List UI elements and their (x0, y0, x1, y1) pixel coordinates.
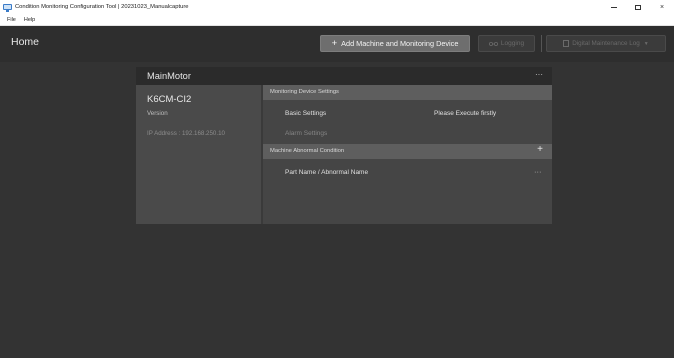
window-controls: × (602, 0, 674, 14)
add-machine-label: Add Machine and Monitoring Device (341, 39, 459, 48)
minimize-button[interactable] (602, 0, 626, 14)
menu-file[interactable]: File (0, 17, 20, 23)
close-icon: × (659, 3, 665, 11)
monitoring-device-settings-header: Monitoring Device Settings (263, 85, 552, 100)
device-model: K6CM-CI2 (147, 94, 192, 105)
device-ip-address: IP Address : 192.168.250.10 (147, 130, 225, 137)
document-icon (563, 40, 570, 47)
minimize-icon (611, 6, 617, 8)
window-titlebar: Condition Monitoring Configuration Tool … (0, 0, 674, 14)
machine-more-icon[interactable]: ··· (535, 70, 543, 79)
header-separator (541, 35, 542, 52)
basic-settings-status: Please Execute firstly (434, 110, 497, 117)
machine-card: MainMotor ··· K6CM-CI2 Version IP Addres… (136, 67, 552, 224)
device-info-panel: K6CM-CI2 Version IP Address : 192.168.25… (136, 85, 261, 224)
digital-maintenance-log-button[interactable]: Digital Maintenance Log ▼ (546, 35, 666, 52)
device-version: Version (147, 110, 168, 117)
glasses-icon (488, 42, 498, 46)
basic-settings-link[interactable]: Basic Settings (285, 110, 326, 117)
maximize-button[interactable] (626, 0, 650, 14)
logging-label: Logging (500, 40, 525, 47)
window-title: Condition Monitoring Configuration Tool … (15, 4, 189, 10)
monitoring-device-settings-label: Monitoring Device Settings (270, 89, 339, 95)
menu-bar: File Help (0, 14, 674, 26)
app-monitor-icon (3, 3, 12, 12)
machine-abnormal-condition-header: Machine Abnormal Condition + (263, 144, 552, 159)
plus-icon: + (331, 37, 338, 49)
maximize-icon (635, 4, 641, 10)
part-more-icon[interactable]: ··· (534, 167, 542, 176)
logging-button[interactable]: Logging (478, 35, 535, 52)
machine-name: MainMotor (147, 71, 191, 81)
menu-help[interactable]: Help (20, 17, 39, 23)
alarm-settings-link[interactable]: Alarm Settings (285, 130, 327, 137)
digital-maintenance-log-label: Digital Maintenance Log (572, 40, 640, 47)
add-machine-button[interactable]: + Add Machine and Monitoring Device (320, 35, 470, 52)
page-title: Home (11, 36, 40, 48)
part-name-row[interactable]: Part Name / Abnormal Name (285, 169, 368, 176)
chevron-down-icon: ▼ (643, 40, 649, 47)
settings-panel: Monitoring Device Settings Basic Setting… (263, 85, 552, 224)
close-button[interactable]: × (650, 0, 674, 14)
add-abnormal-condition-icon[interactable]: + (537, 145, 543, 155)
machine-abnormal-condition-label: Machine Abnormal Condition (270, 148, 345, 154)
machine-card-header: MainMotor ··· (136, 67, 552, 85)
